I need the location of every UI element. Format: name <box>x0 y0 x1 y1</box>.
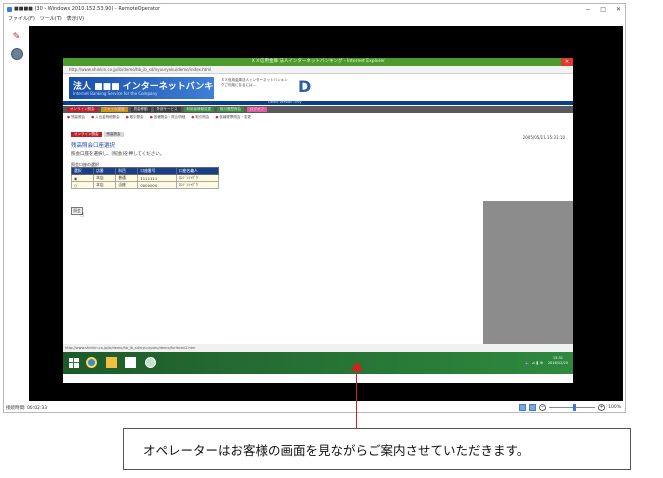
page-datetime: 2005/05/11 15:31:10 <box>522 135 565 140</box>
masked-area <box>483 201 573 361</box>
pen-icon[interactable]: ✎ <box>12 32 22 42</box>
breadcrumb-online-inquiry[interactable]: オンライン照会 <box>71 132 102 137</box>
subnav-balance[interactable]: 残高照会 <box>67 115 85 120</box>
zoom-slider-thumb[interactable] <box>573 404 577 411</box>
nav-online-inquiry[interactable]: オンライン照会 <box>67 107 98 112</box>
screenshot-root: ■■■■ (30 - Windows 2010.152.53.90) - Rem… <box>0 0 663 478</box>
annotation-box: オペレーターはお客様の画面を見ながらご案内させていただきます。 <box>123 428 631 470</box>
bank-notice: ＸＸ信用金庫法人インターネットバンキングご利用になるには… <box>221 78 288 87</box>
cell-holder: ﾛﾝｼﾞﾝｼｬｸﾞｳ <box>175 174 220 182</box>
col-account-number: 口座番号 <box>137 167 177 175</box>
menu-tools[interactable]: ツール(T) <box>40 15 62 22</box>
windows-taskbar: 🔈 ⊿ ▮ ⊕ 15:31 2016/12/20 <box>63 352 573 374</box>
folder-icon[interactable] <box>106 357 117 368</box>
zoom-slider[interactable] <box>549 404 596 411</box>
cell-holder: ﾛﾝｼﾞﾝｼｬｸﾞｳ <box>175 181 220 189</box>
nav-transaction-history[interactable]: 取引履歴照会 <box>217 107 244 112</box>
operator-titlebar: ■■■■ (30 - Windows 2010.152.53.90) - Rem… <box>4 4 625 14</box>
ie-titlebar: ＸＸ信用金庫 法人インターネットバンキング - Internet Explore… <box>63 58 573 66</box>
nav-fund-transfer[interactable]: 資金移動 <box>130 107 151 112</box>
subnav-transfer-detail[interactable]: 各種照会・振込明細 <box>150 115 186 120</box>
store-icon[interactable] <box>125 357 136 368</box>
bank-logo: 法人 ■■■ インターネットバンキングサービス Internet Banking… <box>69 77 267 99</box>
breadcrumb-balance[interactable]: 残高照会 <box>103 132 124 137</box>
zoom-level: 100% <box>608 405 621 410</box>
system-tray[interactable]: 🔈 ⊿ ▮ ⊕ <box>525 360 543 365</box>
subnav-transaction-2[interactable]: 取引照会 <box>191 115 209 120</box>
minimize-button[interactable]: − <box>585 6 590 13</box>
menu-file[interactable]: ファイル(F) <box>8 15 35 22</box>
red-arrow-head <box>351 361 363 371</box>
globe-icon[interactable] <box>10 48 23 60</box>
bank-logo-subtitle: Internet Banking Service for the Company <box>73 91 158 96</box>
bank-header: 法人 ■■■ インターネットバンキングサービス Internet Banking… <box>63 74 573 105</box>
bank-sub-nav: 残高照会 入出金明細照会 取引照会 各種照会・振込明細 取引照会 各種帳票照会・… <box>63 114 573 120</box>
ie-statusbar: http://www.shinkin.co.jp/ib/demo/hb_ib_s… <box>63 344 573 352</box>
nav-logoff[interactable]: ログオフ <box>247 107 267 112</box>
annotation-text: オペレーターはお客様の画面を見ながらご案内させていただきます。 <box>143 443 530 458</box>
subnav-transaction[interactable]: 取引照会 <box>126 115 144 120</box>
taskbar-clock: 15:31 2016/12/20 <box>548 356 568 366</box>
bank-blue-strip: Demo Version Only <box>63 100 573 105</box>
nav-external-service[interactable]: 外部サービス <box>153 107 181 112</box>
ie-title: ＸＸ信用金庫 法人インターネットバンキング - Internet Explore… <box>250 59 386 64</box>
zoom-in-button[interactable]: + <box>598 404 606 411</box>
col-subject: 科目 <box>115 167 139 175</box>
table-row[interactable]: ◉ 本店 普通 1111111 ﾛﾝｼﾞﾝｼｬｸﾞｳ <box>70 174 220 182</box>
table-header-row: 選択 店番 科目 口座番号 口座名義人 <box>70 167 220 175</box>
strip-text: Demo Version Only <box>268 100 302 104</box>
clock-time: 15:31 <box>552 356 563 360</box>
hand-cursor-icon: ☝ <box>80 211 85 219</box>
zoom-out-button[interactable]: − <box>539 404 547 411</box>
operator-title: ■■■■ (30 - Windows 2010.152.53.90) - Rem… <box>14 6 161 12</box>
menu-view[interactable]: 表示(V) <box>67 15 84 22</box>
customer-remote-screen: ＸＸ信用金庫 法人インターネットバンキング - Internet Explore… <box>63 58 573 383</box>
zoom-control: − + 100% <box>519 402 621 413</box>
col-branch: 店番 <box>93 167 117 175</box>
maximize-button[interactable]: □ <box>600 6 606 13</box>
app-icon <box>7 6 12 12</box>
breadcrumb: オンライン照会 残高照会 <box>71 132 124 137</box>
cell-branch: 本店 <box>93 174 117 182</box>
red-arrow-line <box>356 367 357 428</box>
bank-page: 法人 ■■■ インターネットバンキングサービス Internet Banking… <box>63 74 573 361</box>
page-title: 残高照会口座選択 <box>71 143 116 149</box>
account-table: 選択 店番 科目 口座番号 口座名義人 ◉ 本店 普通 1111111 ﾛﾝｼﾞ… <box>70 167 220 189</box>
cell-branch: 本店 <box>93 181 117 189</box>
remote-operator-icon[interactable] <box>145 357 156 368</box>
page-instruction: 照会口座を選択し、[照会]を押してください。 <box>71 152 165 157</box>
table-row[interactable]: ○ 本店 当座 0000000 ﾛﾝｼﾞﾝｼｬｸﾞｳ <box>70 181 220 189</box>
operator-toolstrip: ✎ <box>4 26 29 411</box>
close-button[interactable]: ✕ <box>616 6 621 13</box>
operator-menubar: ファイル(F) ツール(T) 表示(V) <box>4 14 84 22</box>
nav-file-transfer[interactable]: ファイル送信 <box>100 107 128 112</box>
cell-account-number: 0000000 <box>137 181 177 189</box>
windows-start-icon[interactable] <box>69 358 79 368</box>
fullscreen-icon[interactable] <box>529 404 537 411</box>
connection-status: 接続時間: 00:02:33 <box>6 405 48 411</box>
col-holder: 口座名義人 <box>175 167 220 175</box>
cell-subject: 普通 <box>115 174 139 182</box>
col-select: 選択 <box>70 167 95 175</box>
ie-address-bar[interactable]: http://www.shinkin.co.jp/ib/demo/hb_ib_s… <box>63 66 573 74</box>
subnav-statement[interactable]: 入出金明細照会 <box>91 115 120 120</box>
fit-icon[interactable] <box>519 404 527 411</box>
internet-explorer-icon[interactable] <box>86 357 97 368</box>
bank-mark-icon: D <box>298 77 312 96</box>
nav-user-info[interactable]: 利用者情報変更 <box>183 107 214 112</box>
radio-unselected[interactable]: ○ <box>70 181 95 189</box>
cell-subject: 当座 <box>115 181 139 189</box>
subnav-forms[interactable]: 各種帳票照会・変更 <box>215 115 251 120</box>
ie-close-button[interactable]: ✕ <box>561 58 573 66</box>
clock-date: 2016/12/20 <box>547 361 568 365</box>
cell-account-number: 1111111 <box>137 174 177 182</box>
radio-selected[interactable]: ◉ <box>70 174 95 182</box>
bank-main-nav: オンライン照会 ファイル送信 資金移動 外部サービス 利用者情報変更 取引履歴照… <box>63 106 573 113</box>
window-controls: − □ ✕ <box>585 4 621 14</box>
